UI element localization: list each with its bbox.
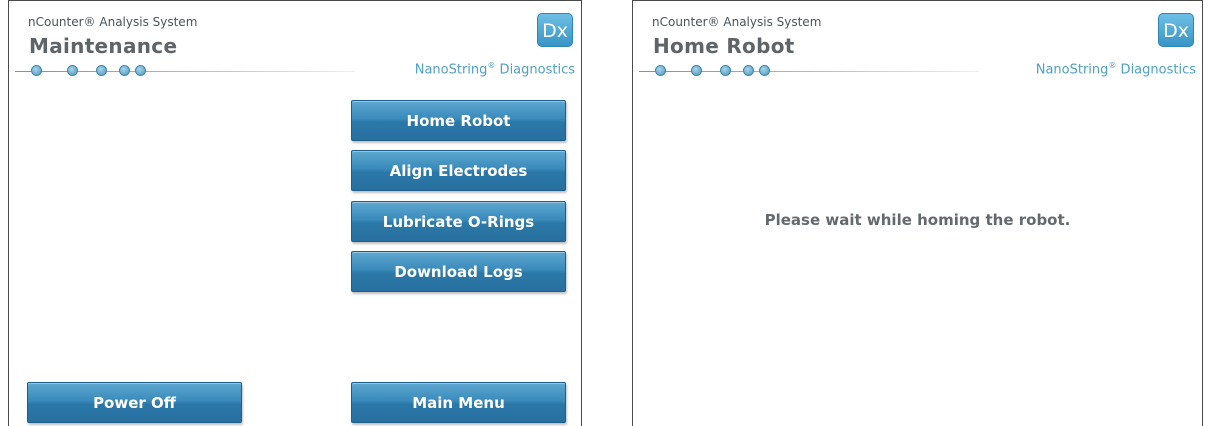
home-robot-button[interactable]: Home Robot — [351, 100, 566, 141]
maintenance-screen: nCounter® Analysis System Maintenance Dx… — [8, 0, 582, 426]
progress-dot-icon — [655, 65, 666, 76]
brand-name: NanoString® Diagnostics — [1036, 61, 1196, 77]
page-title: Maintenance — [29, 34, 178, 58]
brand-suffix: Diagnostics — [495, 62, 575, 78]
brand-suffix: Diagnostics — [1116, 62, 1196, 78]
progress-dot-icon — [119, 65, 130, 76]
progress-dot-icon — [96, 65, 107, 76]
power-off-button[interactable]: Power Off — [27, 382, 242, 423]
progress-track — [15, 71, 355, 72]
brand-text: NanoString — [1035, 62, 1109, 78]
progress-track — [639, 71, 979, 72]
system-name: nCounter® Analysis System — [652, 15, 822, 29]
progress-dot-icon — [720, 65, 731, 76]
download-logs-button[interactable]: Download Logs — [351, 251, 566, 292]
page-title: Home Robot — [653, 34, 795, 58]
progress-dot-icon — [759, 65, 770, 76]
status-message: Please wait while homing the robot. — [764, 211, 1071, 229]
brand-text: NanoString — [414, 62, 488, 78]
progress-dot-icon — [67, 65, 78, 76]
progress-dot-icon — [691, 65, 702, 76]
dx-logo-icon: Dx — [1158, 13, 1194, 47]
dx-logo-icon: Dx — [537, 13, 573, 47]
home-robot-screen: nCounter® Analysis System Home Robot Dx … — [632, 0, 1203, 426]
progress-dot-icon — [31, 65, 42, 76]
brand-name: NanoString® Diagnostics — [415, 61, 575, 77]
lubricate-orings-button[interactable]: Lubricate O-Rings — [351, 201, 566, 242]
align-electrodes-button[interactable]: Align Electrodes — [351, 150, 566, 191]
system-name: nCounter® Analysis System — [28, 15, 198, 29]
progress-dot-icon — [743, 65, 754, 76]
main-menu-button[interactable]: Main Menu — [351, 382, 566, 423]
progress-dot-icon — [135, 65, 146, 76]
